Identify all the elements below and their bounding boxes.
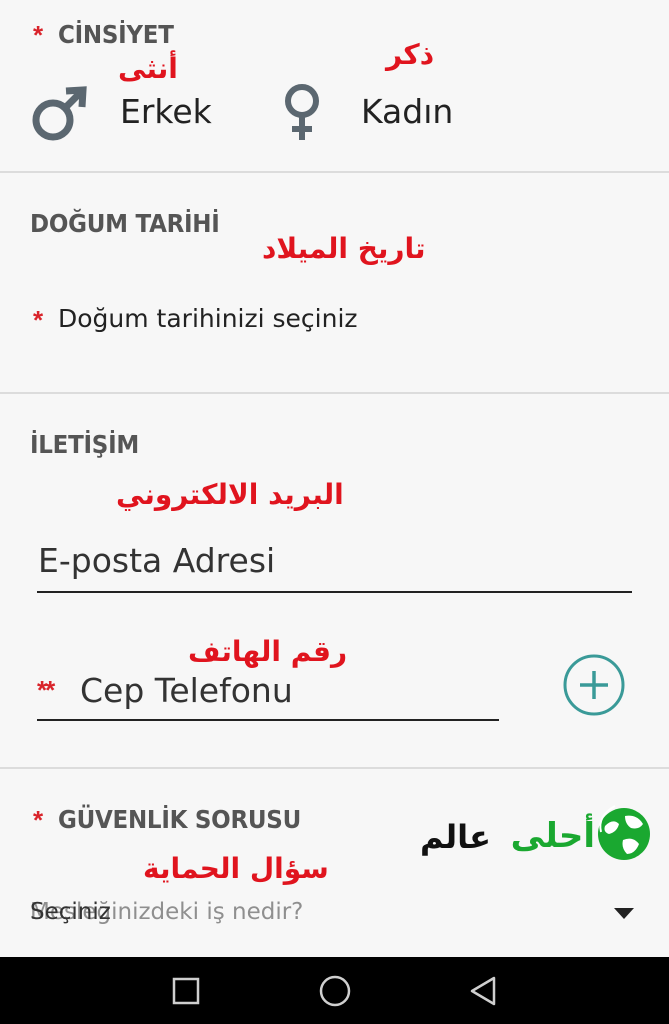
add-phone-plus-icon[interactable] [562,653,626,717]
divider [0,767,669,769]
globe-icon [598,805,650,860]
system-navigation-bar [0,957,669,1024]
email-underline [37,591,632,593]
birth-date-picker[interactable]: * Doğum tarihinizi seçiniz [30,300,450,340]
email-arabic-annotation: البريد الالكتروني [116,478,344,511]
gender-required-mark: * [33,20,44,50]
birth-arabic-annotation: تاريخ الميلاد [262,232,426,265]
email-input[interactable]: E-posta Adresi [37,535,632,595]
home-circle-icon [319,975,351,1007]
phone-input[interactable]: ** Cep Telefonu [37,665,499,723]
watermark-text-green: أحلى [510,816,595,856]
security-select-value: Seçiniz [30,899,111,925]
back-triangle-icon [470,976,496,1006]
security-arabic-annotation: سؤال الحماية [143,852,329,885]
recents-square-icon [172,977,200,1005]
male-symbol-icon [32,86,87,141]
security-required-mark: * [33,805,44,835]
back-button[interactable] [462,970,504,1012]
phone-required-mark: ** [37,675,55,705]
watermark-logo: أحلى عالم [420,800,655,870]
gender-female-label: Kadın [361,92,454,131]
phone-underline [37,719,499,721]
watermark-text-black: عالم [420,818,491,856]
security-question-select[interactable]: Mesleğinizdeki iş nedir? Seçiniz [30,893,640,935]
gender-male-label: Erkek [120,92,212,131]
divider [0,171,669,173]
email-placeholder: E-posta Adresi [38,541,276,580]
gender-option-female[interactable]: Kadın [280,80,480,150]
birth-title: DOĞUM TARİHİ [30,209,220,238]
birth-picker-label: Doğum tarihinizi seçiniz [58,304,358,333]
contact-title: İLETİŞİM [30,430,139,459]
recents-button[interactable] [166,971,206,1011]
divider [0,392,669,394]
birth-required-mark: * [33,305,44,335]
gender-option-male[interactable]: Erkek [30,80,230,150]
home-button[interactable] [313,969,357,1013]
female-symbol-icon [285,84,319,140]
female-arabic-annotation: ذكر [386,38,435,71]
gender-title: CİNSİYET [58,20,174,49]
phone-arabic-annotation: رقم الهاتف [188,635,348,668]
phone-placeholder: Cep Telefonu [80,671,293,710]
dropdown-arrow-icon [614,908,634,919]
security-title: GÜVENLİK SORUSU [58,805,301,834]
